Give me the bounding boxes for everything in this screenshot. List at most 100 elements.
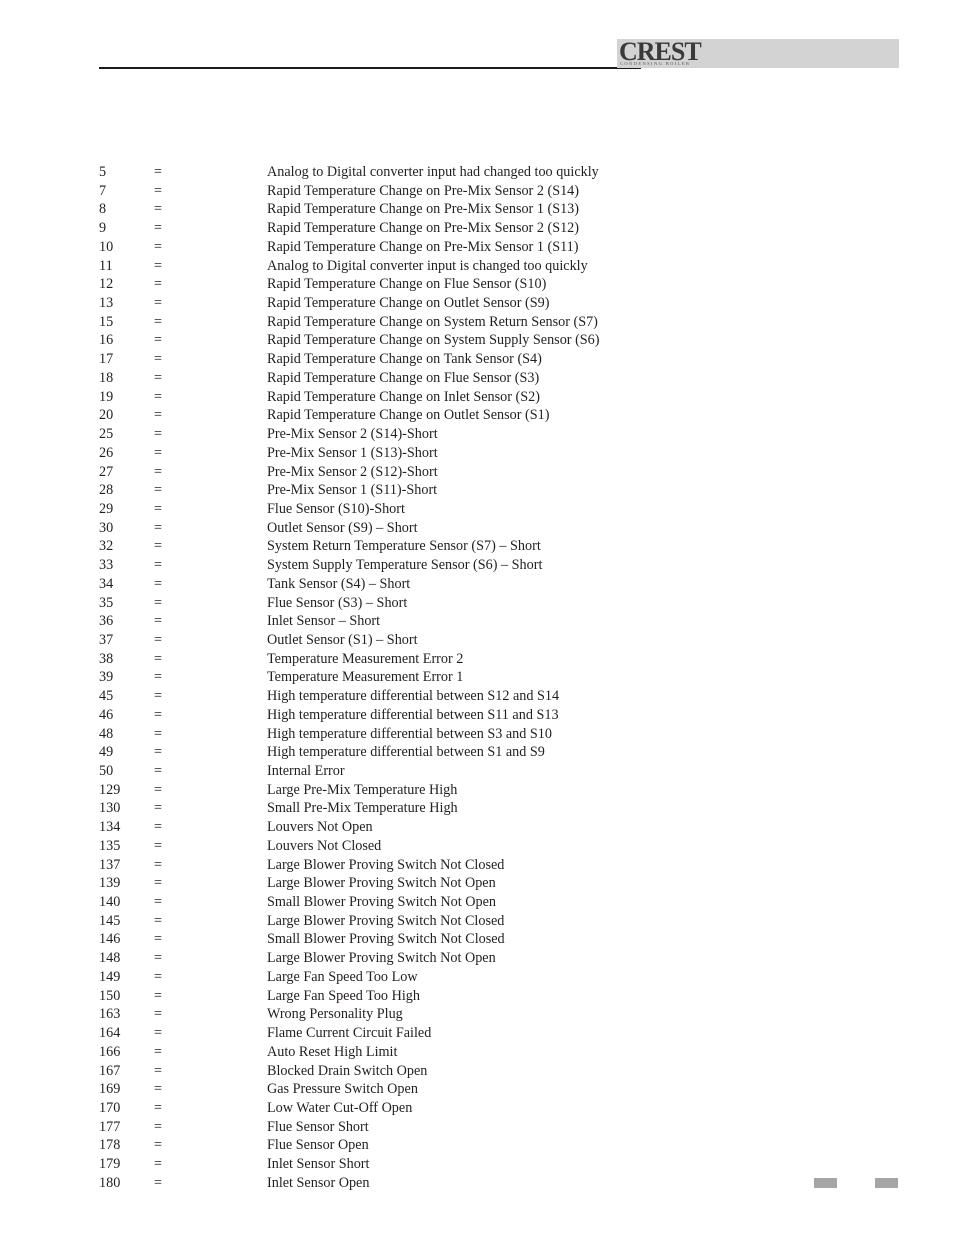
code-row: 32 = System Return Temperature Sensor (S7)… [99, 537, 659, 556]
code-row: 29 = Flue Sensor (S10)-Short [99, 500, 659, 519]
code-number: 164 [99, 1025, 121, 1042]
code-number: 139 [99, 875, 121, 892]
code-number: 34 [99, 575, 114, 592]
code-description: Large Fan Speed Too Low [267, 968, 418, 985]
code-row: 8 = Rapid Temperature Change on Pre-Mix Se… [99, 200, 659, 219]
code-number: 36 [99, 613, 114, 630]
code-row: 37 = Outlet Sensor (S1) – Short [99, 631, 659, 650]
code-row: 35 = Flue Sensor (S3) – Short [99, 594, 659, 613]
code-number: 137 [99, 856, 121, 873]
code-row: 36 = Inlet Sensor – Short [99, 612, 659, 631]
code-description: Temperature Measurement Error 2 [267, 650, 464, 667]
code-number: 28 [99, 482, 114, 499]
equals-sign: = [154, 164, 163, 180]
code-description: Large Blower Proving Switch Not Closed [267, 912, 505, 929]
code-row: 130 = Small Pre-Mix Temperature High [99, 799, 659, 818]
equals-sign: = [154, 407, 163, 424]
crest-logo: CREST CONDENSING BOILER [619, 39, 711, 68]
code-row: 129 = Large Pre-Mix Temperature High [99, 781, 659, 800]
code-row: 9 = Rapid Temperature Change on Pre-Mix Se… [99, 219, 659, 238]
code-description: Rapid Temperature Change on System Retur… [267, 313, 598, 330]
equals-sign: = [154, 781, 163, 798]
equals-sign: = [154, 332, 163, 349]
code-number: 25 [99, 426, 114, 443]
code-row: 50 = Internal Error [99, 762, 659, 781]
footer-tab-right [875, 1178, 898, 1188]
code-row: 170 = Low Water Cut-Off Open [99, 1099, 659, 1118]
equals-sign: = [154, 1137, 163, 1154]
code-row: 179 = Inlet Sensor Short [99, 1155, 659, 1174]
code-row: 20 = Rapid Temperature Change on Outlet Se… [99, 406, 659, 425]
code-description: Rapid Temperature Change on Outlet Senso… [267, 407, 550, 424]
code-description: Tank Sensor (S4) – Short [267, 575, 411, 592]
code-description: Temperature Measurement Error 1 [267, 669, 464, 686]
code-description: Large Blower Proving Switch Not Open [267, 950, 496, 967]
code-row: 34 = Tank Sensor (S4) – Short [99, 575, 659, 594]
code-number: 7 [99, 182, 107, 199]
logo-tagline: CONDENSING BOILER [620, 61, 691, 66]
equals-sign: = [154, 557, 163, 574]
code-row: 7 = Rapid Temperature Change on Pre-Mix Se… [99, 182, 659, 201]
code-number: 12 [99, 276, 114, 293]
code-description: Rapid Temperature Change on System Suppl… [267, 332, 600, 349]
equals-sign: = [154, 725, 163, 742]
code-description: Rapid Temperature Change on Flue Sensor … [267, 276, 547, 293]
equals-sign: = [154, 819, 163, 836]
code-number: 150 [99, 987, 121, 1004]
code-number: 35 [99, 594, 114, 611]
code-row: 169 = Gas Pressure Switch Open [99, 1080, 659, 1099]
code-number: 149 [99, 968, 121, 985]
code-description: Inlet Sensor Open [267, 1174, 370, 1191]
code-row: 149 = Large Fan Speed Too Low [99, 968, 659, 987]
equals-sign: = [154, 426, 163, 443]
code-number: 50 [99, 763, 114, 779]
code-row: 18 = Rapid Temperature Change on Flue Sens… [99, 369, 659, 388]
code-number: 49 [99, 744, 114, 761]
code-row: 137 = Large Blower Proving Switch Not Clos… [99, 856, 659, 875]
code-row: 146 = Small Blower Proving Switch Not Clos… [99, 930, 659, 949]
code-row: 27 = Pre-Mix Sensor 2 (S12)-Short [99, 463, 659, 482]
code-number: 18 [99, 369, 114, 386]
code-description: High temperature differential between S1… [267, 688, 560, 705]
code-description: Low Water Cut-Off Open [267, 1099, 413, 1116]
code-description: Flue Sensor (S3) – Short [267, 594, 408, 611]
equals-sign: = [154, 1174, 163, 1191]
code-description: Rapid Temperature Change on Pre-Mix Sens… [267, 238, 579, 255]
equals-sign: = [154, 463, 163, 480]
code-number: 146 [99, 931, 121, 948]
equals-sign: = [154, 500, 163, 517]
equals-sign: = [154, 369, 163, 386]
code-description: Pre-Mix Sensor 2 (S14)-Short [267, 426, 438, 443]
code-description: Large Blower Proving Switch Not Closed [267, 856, 505, 873]
code-number: 140 [99, 894, 121, 911]
equals-sign: = [154, 351, 163, 368]
code-row: 39 = Temperature Measurement Error 1 [99, 668, 659, 687]
equals-sign: = [154, 631, 163, 648]
code-number: 10 [99, 238, 114, 255]
equals-sign: = [154, 1043, 163, 1060]
code-description: Rapid Temperature Change on Tank Sensor … [267, 351, 542, 368]
code-number: 27 [99, 463, 114, 480]
equals-sign: = [154, 837, 163, 854]
code-number: 26 [99, 444, 114, 461]
equals-sign: = [154, 763, 163, 779]
code-description: Rapid Temperature Change on Pre-Mix Sens… [267, 220, 579, 237]
code-number: 170 [99, 1099, 121, 1116]
code-description: Rapid Temperature Change on Pre-Mix Sens… [267, 182, 579, 199]
equals-sign: = [154, 968, 163, 985]
code-description: Pre-Mix Sensor 1 (S13)-Short [267, 444, 438, 461]
code-row: 25 = Pre-Mix Sensor 2 (S14)-Short [99, 425, 659, 444]
code-number: 178 [99, 1137, 121, 1154]
code-row: 140 = Small Blower Proving Switch Not Open [99, 893, 659, 912]
code-description: Rapid Temperature Change on Flue Sensor … [267, 369, 540, 386]
code-description: Louvers Not Closed [267, 837, 382, 854]
equals-sign: = [154, 912, 163, 929]
equals-sign: = [154, 594, 163, 611]
code-row: 150 = Large Fan Speed Too High [99, 987, 659, 1006]
code-row: 134 = Louvers Not Open [99, 818, 659, 837]
code-description: Outlet Sensor (S9) – Short [267, 519, 418, 536]
code-number: 29 [99, 500, 114, 517]
code-row: 164 = Flame Current Circuit Failed [99, 1024, 659, 1043]
code-number: 9 [99, 220, 107, 237]
code-description: Flue Sensor Open [267, 1137, 369, 1154]
